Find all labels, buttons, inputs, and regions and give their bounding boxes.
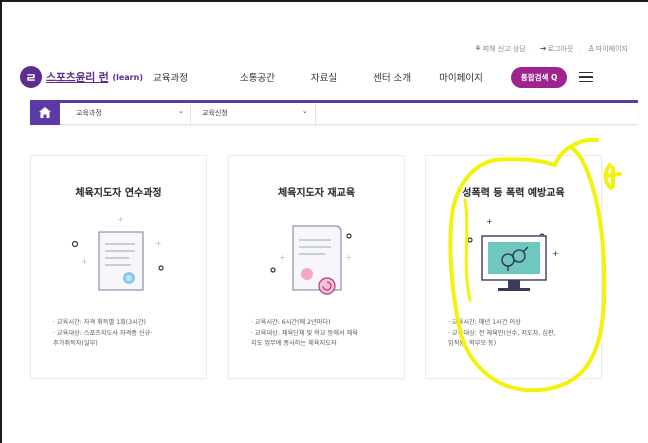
nav-item-mypage[interactable]: 마이페이지 <box>425 70 497 84</box>
logo-mark: ㄹ <box>20 66 42 88</box>
card-title: 체육지도자 재교육 <box>277 188 356 199</box>
site-header: ㄹ 스포츠윤리 런 (learn) 교육과정 소통공간 자료실 센터 소개 마이… <box>20 62 630 92</box>
course-card-violence-prevention[interactable]: 성폭력 등 폭력 예방교육 + + · 교육시간: 매년 1시간 이상 · 교육… <box>425 155 602 379</box>
svg-text:+: + <box>552 249 559 258</box>
nav-item-about[interactable]: 센터 소개 <box>359 70 425 84</box>
home-icon <box>39 107 51 118</box>
svg-text:+: + <box>117 215 124 224</box>
breadcrumb-level1[interactable]: 교육과정 <box>76 108 102 118</box>
card-title: 성폭력 등 폭력 예방교육 <box>462 188 565 199</box>
svg-text:+: + <box>155 239 162 248</box>
chevron-down-icon[interactable]: ⌄ <box>178 107 184 115</box>
monitor-gender-icon: + + <box>467 217 559 291</box>
report-icon: ⚘ <box>474 44 482 53</box>
card-title: 체육지도자 연수과정 <box>75 188 162 199</box>
utility-links: ⚘피해 신고 상담 · ➔로그아웃 · ♙마이페이지 <box>474 44 628 54</box>
logout-link[interactable]: ➔로그아웃 <box>540 44 573 54</box>
svg-text:+: + <box>486 217 493 226</box>
main-nav: 교육과정 소통공간 자료실 센터 소개 마이페이지 <box>149 70 497 84</box>
card-info: · 교육시간: 6시간(매 2년마다) · 교육대상: 체육단체 및 학교 등에… <box>251 319 358 347</box>
document-scroll-icon: + + <box>270 225 352 295</box>
svg-text:+: + <box>279 253 286 262</box>
course-card-instructor-training[interactable]: 체육지도자 연수과정 + + + · 교육시간: 자격 취득별 1회(3시간) … <box>30 155 207 379</box>
breadcrumb: 교육과정 ⌄ 교육신청 ⌄ <box>30 100 638 125</box>
hamburger-menu-icon[interactable] <box>579 71 594 83</box>
breadcrumb-level2[interactable]: 교육신청 <box>202 108 228 118</box>
card-info: · 교육시간: 자격 취득별 1회(3시간) · 교육대상: 스포츠지도사 자격… <box>53 319 153 347</box>
breadcrumb-divider <box>315 103 316 125</box>
search-button[interactable]: 통합검색 Q <box>510 66 568 88</box>
nav-item-courses[interactable]: 교육과정 <box>149 70 202 84</box>
logo-text: 스포츠윤리 런 <box>46 71 109 84</box>
home-button[interactable] <box>30 100 60 125</box>
site-logo[interactable]: ㄹ 스포츠윤리 런 (learn) <box>20 66 143 88</box>
svg-text:+: + <box>345 253 352 262</box>
card-info: · 교육시간: 매년 1시간 이상 · 교육대상: 전 체육인(선수, 지도자,… <box>448 319 556 347</box>
svg-text:+: + <box>81 257 88 266</box>
breadcrumb-divider <box>190 103 191 125</box>
nav-item-resources[interactable]: 자료실 <box>297 70 351 84</box>
user-icon: ♙ <box>587 44 595 53</box>
nav-item-community[interactable]: 소통공간 <box>226 70 289 84</box>
document-icon: + + + <box>71 215 164 291</box>
mypage-link[interactable]: ♙마이페이지 <box>588 44 628 54</box>
report-link[interactable]: ⚘피해 신고 상담 <box>474 44 525 54</box>
chevron-down-icon[interactable]: ⌄ <box>302 107 308 115</box>
logout-icon: ➔ <box>539 44 547 53</box>
course-card-instructor-retraining[interactable]: 체육지도자 재교육 + + · 교육시간: 6시간(매 2년마다) · 교육대상… <box>228 155 405 379</box>
logo-sub: (learn) <box>112 72 143 82</box>
